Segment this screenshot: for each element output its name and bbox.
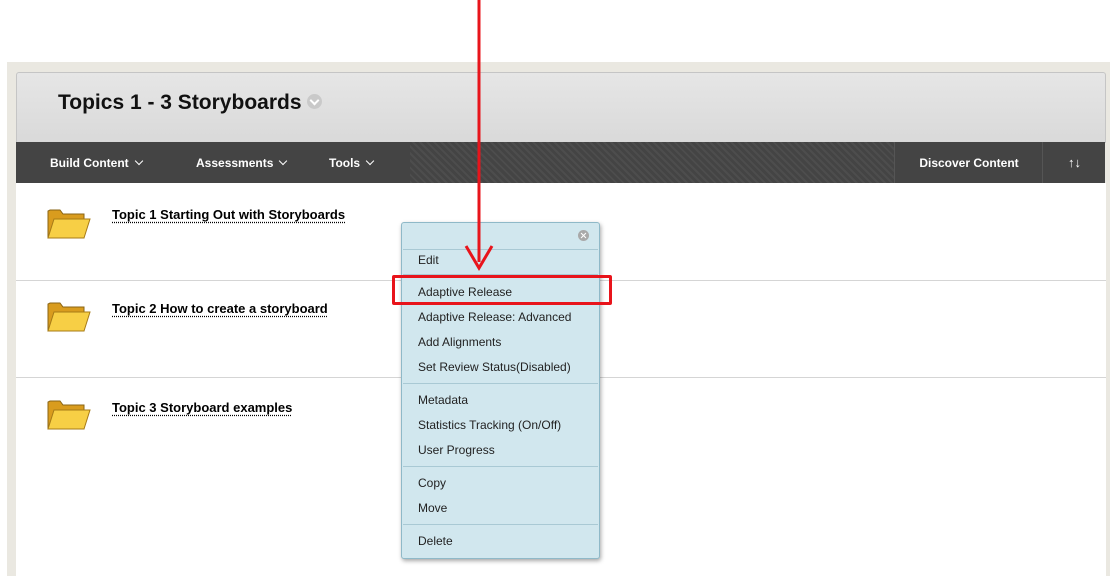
- menu-item-statistics-tracking[interactable]: Statistics Tracking (On/Off): [418, 418, 561, 432]
- build-content-label: Build Content: [50, 155, 129, 170]
- menu-divider: [403, 249, 598, 250]
- chevron-down-icon: [134, 156, 143, 165]
- item-title-link[interactable]: Topic 1 Starting Out with Storyboards: [112, 207, 345, 222]
- tools-label: Tools: [329, 155, 361, 170]
- action-bar: Build Content Assessments Tools Discover…: [16, 142, 1105, 183]
- menu-item-set-review-status[interactable]: Set Review Status(Disabled): [418, 360, 571, 374]
- menu-item-edit[interactable]: Edit: [418, 253, 439, 267]
- folder-icon: [47, 302, 91, 332]
- page-header: Topics 1 - 3 Storyboards: [16, 72, 1106, 143]
- menu-item-add-alignments[interactable]: Add Alignments: [418, 335, 501, 349]
- chevron-down-icon[interactable]: [306, 93, 322, 109]
- menu-divider: [403, 524, 598, 525]
- sort-icon[interactable]: ↑↓: [1042, 142, 1106, 183]
- assessments-label: Assessments: [196, 155, 274, 170]
- menu-item-adaptive-release-advanced[interactable]: Adaptive Release: Advanced: [418, 310, 571, 324]
- assessments-menu[interactable]: Assessments: [196, 155, 288, 170]
- menu-item-copy[interactable]: Copy: [418, 476, 446, 490]
- folder-icon: [47, 209, 91, 239]
- menu-item-delete[interactable]: Delete: [418, 534, 453, 548]
- context-menu: Edit Adaptive Release Adaptive Release: …: [401, 222, 600, 559]
- item-title-link[interactable]: Topic 3 Storyboard examples: [112, 400, 292, 415]
- folder-icon: [47, 400, 91, 430]
- menu-divider: [403, 383, 598, 384]
- chevron-down-icon: [279, 156, 288, 165]
- menu-item-move[interactable]: Move: [418, 501, 447, 515]
- close-icon[interactable]: [578, 230, 589, 241]
- build-content-menu[interactable]: Build Content: [50, 155, 143, 170]
- discover-content-button[interactable]: Discover Content: [894, 142, 1043, 183]
- item-title-link[interactable]: Topic 2 How to create a storyboard: [112, 301, 328, 316]
- sort-arrows: ↑↓: [1068, 155, 1081, 170]
- annotation-arrow-icon: [464, 0, 494, 271]
- page-title-text: Topics 1 - 3 Storyboards: [58, 91, 302, 114]
- tools-menu[interactable]: Tools: [329, 155, 375, 170]
- page-title: Topics 1 - 3 Storyboards: [58, 91, 322, 115]
- menu-item-user-progress[interactable]: User Progress: [418, 443, 495, 457]
- menu-divider: [403, 466, 598, 467]
- menu-item-metadata[interactable]: Metadata: [418, 393, 468, 407]
- discover-content-label: Discover Content: [919, 155, 1019, 170]
- annotation-highlight-box: [392, 275, 612, 305]
- chevron-down-icon: [365, 156, 375, 165]
